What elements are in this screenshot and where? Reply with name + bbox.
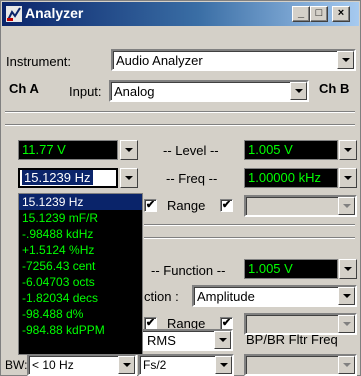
detector-select[interactable]: RMS [131,329,233,351]
separator [5,124,355,126]
function-b-unit-button[interactable] [339,259,357,279]
bw-select[interactable]: < 10 Hz [27,354,137,376]
level-a-readout: 11.77 V [18,140,118,160]
function-b-readout: 1.005 V [244,259,338,279]
freq-a-unit-button[interactable] [120,168,138,188]
dropdown-item[interactable]: -.98488 kdHz [19,226,142,242]
dropdown-item[interactable]: -1.82034 decs [19,290,142,306]
function-mode-value: Amplitude [197,289,255,304]
dropdown-item[interactable]: -984.88 kdPPM [19,322,142,338]
fs-value: Fs/2 [143,358,167,372]
window-title: Analyzer [25,5,84,21]
chevron-down-icon[interactable] [118,356,135,374]
range-b-select[interactable] [244,195,357,217]
fs-select[interactable]: Fs/2 [138,354,234,376]
freq-a-readout[interactable]: 15.1239 Hz [18,168,118,188]
separator [144,224,355,226]
minimize-button[interactable]: _ [292,6,310,22]
level-a-unit-button[interactable] [120,140,138,160]
dropdown-item[interactable]: -98.488 d% [19,306,142,322]
function-mode-select[interactable]: Amplitude [192,285,357,307]
dropdown-item[interactable]: +1.5124 %Hz [19,242,142,258]
separator [5,111,355,113]
bp-br-select[interactable] [244,354,357,376]
analyzer-window: Analyzer _ □ × Instrument: Audio Analyze… [0,0,361,376]
level-label: -- Level -- [163,143,219,158]
maximize-button[interactable]: □ [310,6,328,22]
freq-b-readout: 1.00000 kHz [244,168,338,188]
detector-value: RMS [147,333,176,348]
function-mode-label: ction : [144,289,179,304]
close-button[interactable]: × [332,6,350,22]
separator [144,237,355,239]
level-b-unit-button[interactable] [339,140,357,160]
chevron-down-icon[interactable] [214,331,231,349]
bw-value: < 10 Hz [32,358,74,372]
dropdown-item[interactable]: 15.1239 Hz [19,194,142,210]
ch-b-label: Ch B [319,81,350,96]
dropdown-item[interactable]: -6.04703 octs [19,274,142,290]
freq-b-unit-button[interactable] [339,168,357,188]
chevron-down-icon[interactable] [338,315,355,333]
level-b-readout: 1.005 V [244,140,338,160]
dropdown-item[interactable]: 15.1239 mF/R [19,210,142,226]
freq-label: -- Freq -- [166,171,218,186]
instrument-label: Instrument: [6,54,72,69]
app-icon [6,6,22,22]
range-label: Range [167,198,206,213]
ch-a-label: Ch A [9,81,39,96]
bw-label: BW: [5,358,28,372]
chevron-down-icon[interactable] [338,287,355,305]
chevron-down-icon[interactable] [338,356,355,374]
chevron-down-icon[interactable] [215,356,232,374]
input-label: Input: [69,84,102,99]
function-label: -- Function -- [151,263,226,278]
chevron-down-icon[interactable] [290,82,307,100]
instrument-value: Audio Analyzer [116,53,203,68]
input-select[interactable]: Analog [109,80,309,102]
title-bar[interactable]: Analyzer _ □ × [2,2,359,26]
instrument-select[interactable]: Audio Analyzer [111,49,356,71]
chevron-down-icon[interactable] [337,51,354,69]
dropdown-item[interactable]: -7256.43 cent [19,258,142,274]
freq-a-value: 15.1239 Hz [22,170,93,185]
range-a-checkbox[interactable]: ✔ [144,199,157,212]
range-b-checkbox[interactable]: ✔ [220,199,233,212]
chevron-down-icon[interactable] [338,197,355,215]
freq-unit-dropdown[interactable]: 15.1239 Hz 15.1239 mF/R -.98488 kdHz +1.512… [18,193,143,355]
input-value: Analog [114,84,155,99]
bp-br-filter-label: BP/BR Fltr Freq [246,332,338,347]
